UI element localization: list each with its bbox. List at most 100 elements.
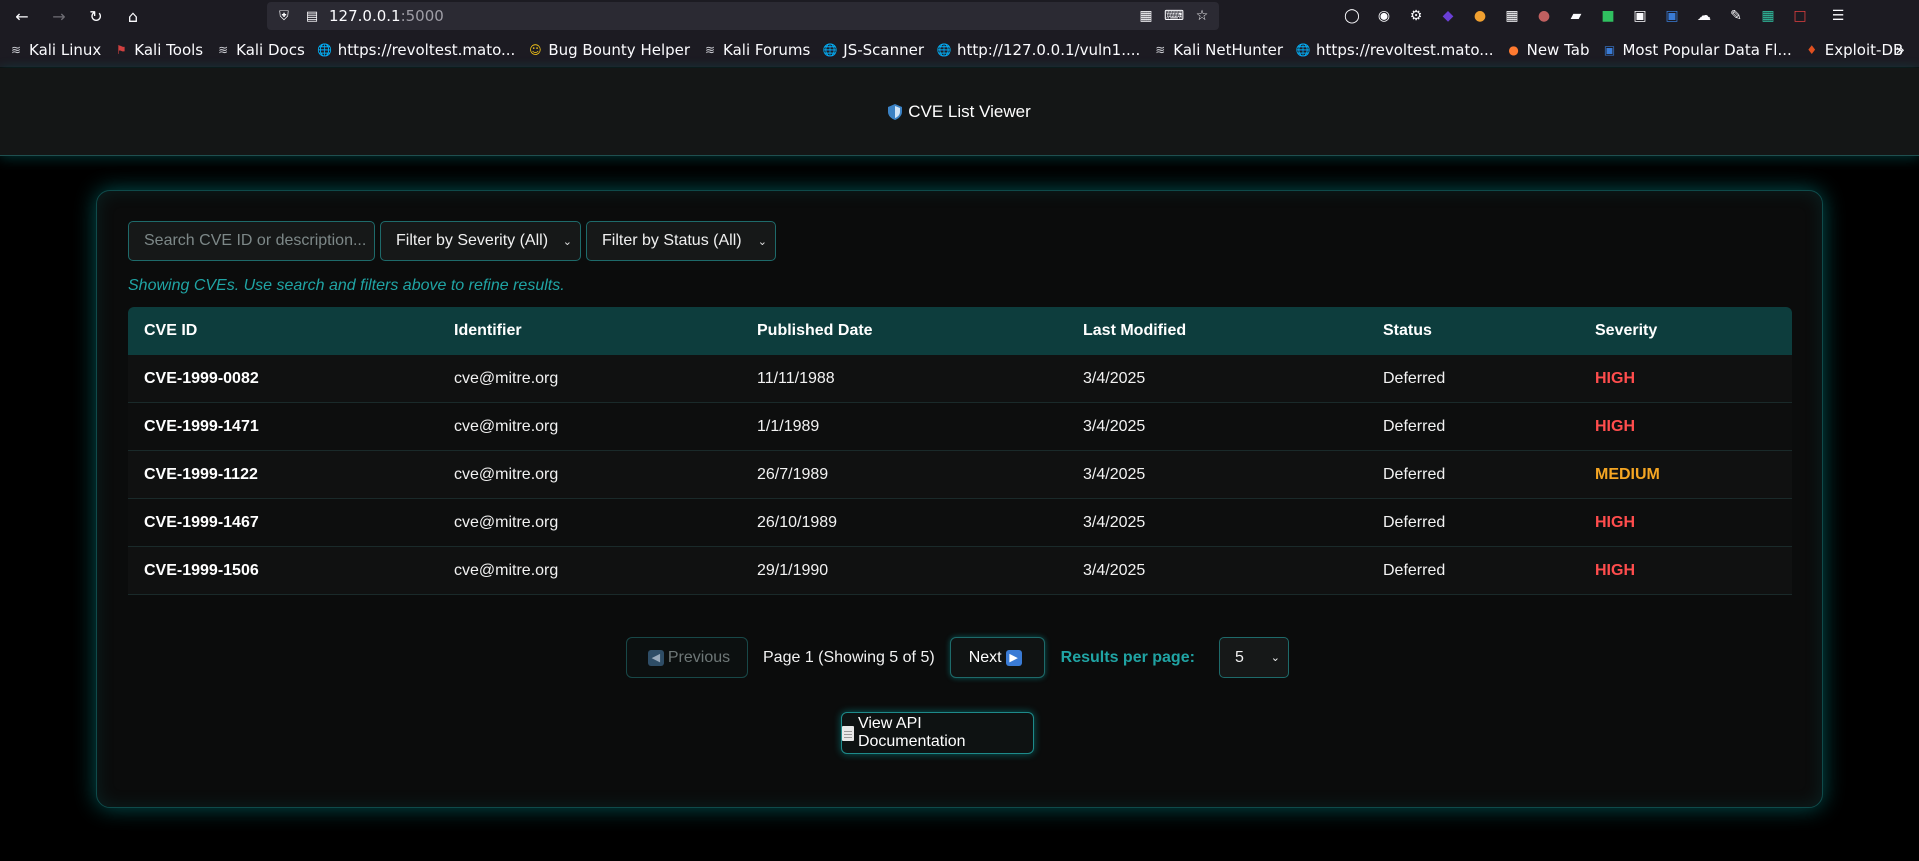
extension-badge-icon[interactable]: ■: [1596, 4, 1620, 28]
app-title-text: CVE List Viewer: [908, 101, 1031, 121]
bookmark-item[interactable]: ≋ Kali NetHunter: [1152, 41, 1283, 59]
status-filter-select[interactable]: Filter by Status (All) ⌄: [586, 221, 776, 261]
cve-id-cell: CVE-1999-0082: [144, 369, 259, 387]
document-icon: [842, 725, 854, 741]
url-text[interactable]: 127.0.0.1:5000: [329, 7, 444, 25]
bookmark-item[interactable]: ☺ Bug Bounty Helper: [527, 41, 690, 59]
extension-pdf-icon[interactable]: □: [1788, 4, 1812, 28]
severity-filter-select[interactable]: Filter by Severity (All) ⌄: [380, 221, 581, 261]
bookmark-item[interactable]: ≋ Kali Linux: [8, 41, 101, 59]
filter-bar: Search CVE ID or description... Filter b…: [128, 221, 776, 261]
bookmark-item[interactable]: 🌐 JS-Scanner: [822, 41, 924, 59]
bookmark-item[interactable]: ≋ Kali Docs: [215, 41, 305, 59]
extension-paw-icon[interactable]: ●: [1532, 4, 1556, 28]
globe-icon: 🌐: [822, 42, 838, 57]
results-hint: Showing CVEs. Use search and filters abo…: [128, 277, 565, 294]
qr-code-icon[interactable]: ▦: [1135, 5, 1157, 27]
shield-icon: [888, 103, 903, 120]
results-per-page-select[interactable]: 5 ⌄: [1218, 637, 1289, 678]
identifier-cell: cve@mitre.org: [454, 417, 559, 435]
search-input[interactable]: Search CVE ID or description...: [128, 221, 375, 261]
column-header[interactable]: Last Modified: [1067, 322, 1367, 340]
bookmark-item[interactable]: ▣ Most Popular Data Fl...: [1601, 41, 1792, 59]
extension-cloud-icon[interactable]: ☁: [1692, 4, 1716, 28]
bookmark-item[interactable]: 🌐 https://revoltest.mato...: [1295, 41, 1494, 59]
table-row[interactable]: CVE-1999-1467 cve@mitre.org 26/10/1989 3…: [128, 499, 1792, 547]
menu-hamburger-icon[interactable]: ☰: [1826, 4, 1850, 28]
table-header: CVE ID Identifier Published Date Last Mo…: [128, 307, 1792, 355]
next-button[interactable]: Next ▶: [949, 637, 1045, 678]
status-cell: Deferred: [1383, 561, 1446, 579]
page-info: Page 1 (Showing 5 of 5): [763, 648, 935, 666]
reload-icon[interactable]: ↻: [82, 2, 110, 30]
star-bookmark-icon[interactable]: ☆: [1191, 5, 1213, 27]
table-row[interactable]: CVE-1999-1506 cve@mitre.org 29/1/1990 3/…: [128, 547, 1792, 595]
table-row[interactable]: CVE-1999-1122 cve@mitre.org 26/7/1989 3/…: [128, 451, 1792, 499]
extension-multi-icon[interactable]: ▦: [1756, 4, 1780, 28]
app-header: CVE List Viewer: [0, 68, 1919, 156]
extension-b-icon[interactable]: ◉: [1372, 4, 1396, 28]
page: CVE List Viewer Search CVE ID or descrip…: [0, 68, 1919, 861]
globe-icon: 🌐: [1295, 42, 1311, 57]
previous-button[interactable]: ◀ Previous: [626, 637, 748, 678]
status-cell: Deferred: [1383, 369, 1446, 387]
api-documentation-button[interactable]: View API Documentation: [841, 712, 1034, 754]
severity-cell: MEDIUM: [1595, 465, 1660, 483]
modified-cell: 3/4/2025: [1083, 513, 1146, 531]
url-bar[interactable]: ⛨ ▤ 127.0.0.1:5000 ▦ ⌨ ☆: [267, 2, 1219, 30]
severity-cell: HIGH: [1595, 417, 1635, 435]
bookmark-item[interactable]: 🌐 http://127.0.0.1/vuln1....: [936, 41, 1141, 59]
column-header[interactable]: Status: [1367, 322, 1579, 340]
main-card: Search CVE ID or description... Filter b…: [96, 190, 1823, 808]
severity-filter-label: Filter by Severity (All): [396, 232, 549, 249]
pocket-icon[interactable]: ◯: [1340, 4, 1364, 28]
published-cell: 26/7/1989: [757, 465, 829, 483]
extension-puzzle-icon[interactable]: ▰: [1564, 4, 1588, 28]
table-body: CVE-1999-0082 cve@mitre.org 11/11/1988 3…: [128, 355, 1792, 595]
home-icon[interactable]: ⌂: [119, 2, 147, 30]
next-label: Next: [968, 648, 1002, 666]
table-row[interactable]: CVE-1999-0082 cve@mitre.org 11/11/1988 3…: [128, 355, 1792, 403]
status-cell: Deferred: [1383, 417, 1446, 435]
bookmark-item[interactable]: 🌐 https://revoltest.mato...: [317, 41, 515, 59]
bookmark-item[interactable]: ● New Tab: [1506, 41, 1589, 59]
page-info-icon[interactable]: ▤: [301, 5, 323, 27]
column-header[interactable]: Severity: [1579, 322, 1792, 340]
chevron-down-icon: ⌄: [1270, 652, 1280, 664]
kali-tools-icon: ⚑: [115, 42, 127, 57]
extensions-bar: ◯ ◉ ⚙ ◆ ● ▦ ● ▰ ■ ▣ ▣ ☁ ✎ ▦ □ ☰: [1340, 4, 1850, 28]
column-header[interactable]: Published Date: [741, 322, 1067, 340]
cve-id-cell: CVE-1999-1506: [144, 561, 259, 579]
column-header[interactable]: Identifier: [438, 322, 741, 340]
extension-edit-icon[interactable]: ✎: [1724, 4, 1748, 28]
status-filter-label: Filter by Status (All): [602, 232, 742, 249]
translate-icon[interactable]: ⌨: [1163, 5, 1185, 27]
extension-blue-icon[interactable]: ▣: [1660, 4, 1684, 28]
extension-cookie-icon[interactable]: ●: [1468, 4, 1492, 28]
bookmark-item[interactable]: ♦ Exploit-DB: [1804, 41, 1903, 59]
published-cell: 26/10/1989: [757, 513, 838, 531]
severity-cell: HIGH: [1595, 369, 1635, 387]
firefox-icon: ●: [1508, 42, 1519, 57]
globe-icon: 🌐: [317, 42, 333, 57]
cve-table: CVE ID Identifier Published Date Last Mo…: [128, 307, 1792, 595]
extension-purple-icon[interactable]: ◆: [1436, 4, 1460, 28]
chevron-down-icon: ⌄: [562, 235, 572, 248]
back-arrow-icon[interactable]: ←: [8, 2, 36, 30]
column-header[interactable]: CVE ID: [128, 322, 438, 340]
cve-id-cell: CVE-1999-1467: [144, 513, 259, 531]
published-cell: 1/1/1989: [757, 417, 820, 435]
extension-gear-icon[interactable]: ⚙: [1404, 4, 1428, 28]
extension-box-icon[interactable]: ▣: [1628, 4, 1652, 28]
chevron-more-icon[interactable]: »: [1895, 40, 1905, 59]
results-per-page-label: Results per page:: [1060, 648, 1195, 666]
bookmark-item[interactable]: ⚑ Kali Tools: [113, 41, 203, 59]
emoji-icon: ☺: [529, 42, 542, 57]
forward-arrow-icon[interactable]: →: [45, 2, 73, 30]
extension-grid-icon[interactable]: ▦: [1500, 4, 1524, 28]
pagination: ◀ Previous Page 1 (Showing 5 of 5) Next …: [626, 637, 1289, 678]
table-row[interactable]: CVE-1999-1471 cve@mitre.org 1/1/1989 3/4…: [128, 403, 1792, 451]
shield-tracking-icon[interactable]: ⛨: [273, 5, 295, 27]
bookmark-item[interactable]: ≋ Kali Forums: [702, 41, 810, 59]
modified-cell: 3/4/2025: [1083, 465, 1146, 483]
